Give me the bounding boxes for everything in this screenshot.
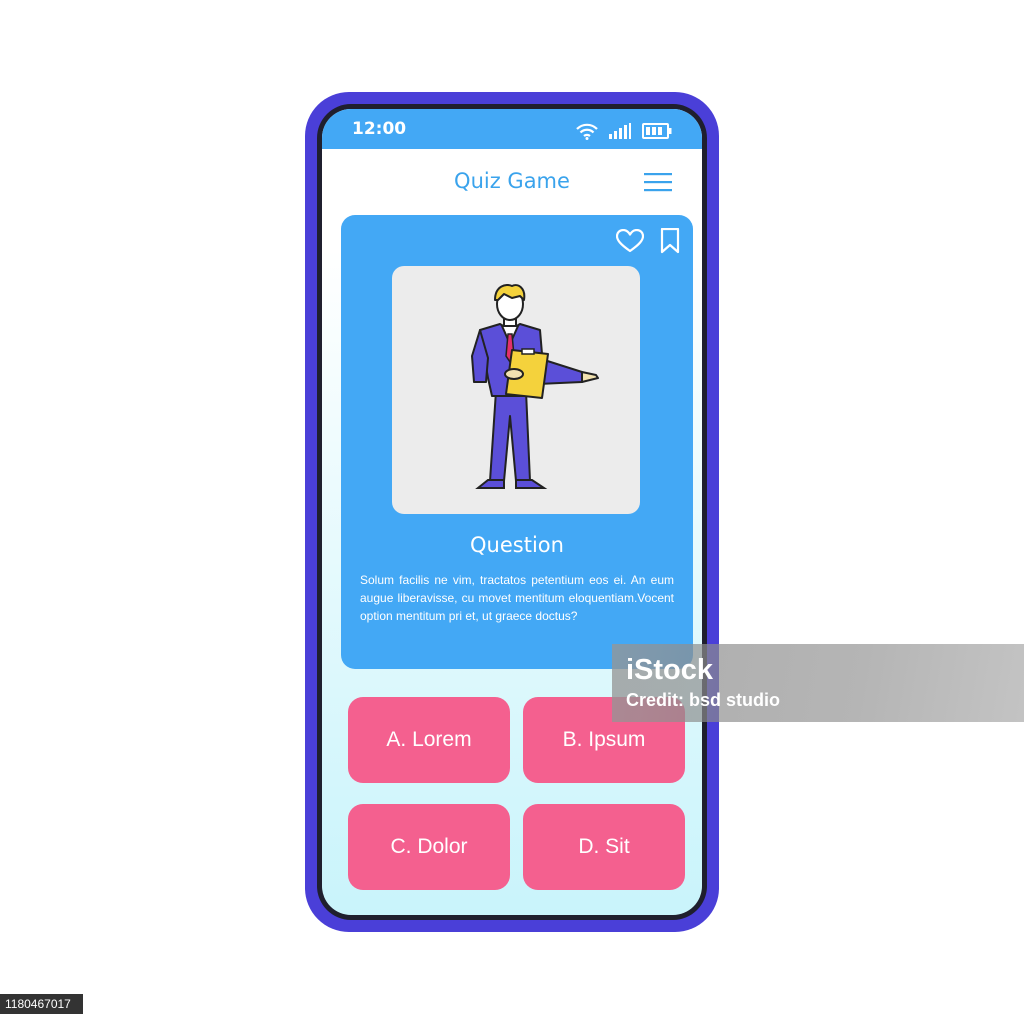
question-title: Question	[470, 533, 564, 557]
answer-button-a[interactable]: A. Lorem	[348, 697, 510, 783]
presenter-figure	[471, 283, 599, 489]
app-header: Quiz Game	[322, 149, 702, 209]
question-text: Solum facilis ne vim, tractatos petentiu…	[360, 573, 674, 623]
phone-bezel: 12:00 Quiz Game Question Solum facilis n…	[317, 104, 707, 920]
status-time: 12:00	[352, 119, 407, 139]
watermark-credit: Credit: bsd studio	[626, 690, 780, 710]
question-illustration	[392, 266, 640, 514]
wifi-icon	[576, 123, 598, 140]
answer-button-d[interactable]: D. Sit	[523, 804, 685, 890]
battery-icon	[642, 123, 672, 139]
status-bar: 12:00	[322, 109, 702, 149]
status-icons	[571, 121, 672, 140]
menu-icon[interactable]	[644, 171, 672, 193]
signal-icon	[609, 123, 632, 139]
heart-icon[interactable]	[616, 229, 644, 253]
watermark-logo: iStock	[626, 654, 714, 686]
app-screen: 12:00 Quiz Game Question Solum facilis n…	[322, 109, 702, 915]
answer-button-c[interactable]: C. Dolor	[348, 804, 510, 890]
bookmark-icon[interactable]	[660, 228, 680, 254]
question-card: Question Solum facilis ne vim, tractatos…	[341, 215, 693, 669]
phone-frame: 12:00 Quiz Game Question Solum facilis n…	[305, 92, 719, 932]
stock-image-id: 1180467017	[0, 994, 83, 1014]
